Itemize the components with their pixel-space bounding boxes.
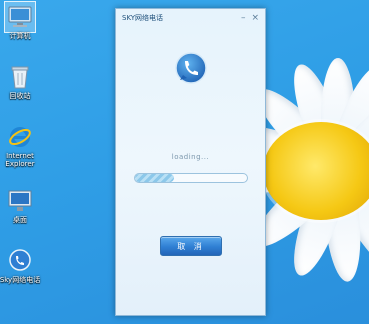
desktop-icon-label: 桌面	[13, 216, 27, 224]
desktop-icon-recycle-bin[interactable]: 回收站	[1, 62, 39, 100]
desktop-icon-sky-phone[interactable]: Sky网络电话	[0, 246, 41, 284]
minimize-button[interactable]: –	[241, 13, 246, 23]
desktop-icon	[5, 186, 35, 216]
desktop-icon-label: 计算机	[9, 32, 31, 40]
phone-bubble-icon	[173, 51, 209, 91]
desktop-icon-label: 回收站	[9, 92, 31, 100]
sky-phone-icon	[5, 246, 35, 276]
cancel-button[interactable]: 取 消	[160, 236, 222, 256]
desktop-icon-label: Sky网络电话	[0, 276, 41, 284]
computer-icon	[4, 1, 36, 33]
ie-icon	[5, 122, 35, 152]
loading-text: loading...	[171, 153, 210, 161]
desktop-icon-label: Internet Explorer	[5, 152, 35, 168]
desktop-icon-computer[interactable]: 计算机	[1, 1, 39, 40]
dialog-titlebar[interactable]: SKY网络电话 – ×	[116, 9, 265, 27]
desktop-icon-internet-explorer[interactable]: Internet Explorer	[1, 122, 39, 168]
progress-bar	[134, 173, 248, 183]
recycle-bin-icon	[5, 62, 35, 92]
desktop-icon-desktop[interactable]: 桌面	[1, 186, 39, 224]
close-button[interactable]: ×	[251, 13, 259, 23]
dialog-title: SKY网络电话	[122, 14, 164, 22]
progress-fill	[135, 174, 175, 182]
flower-center	[263, 122, 369, 220]
sky-phone-dialog: SKY网络电话 – × loading... 取 消	[115, 8, 266, 316]
